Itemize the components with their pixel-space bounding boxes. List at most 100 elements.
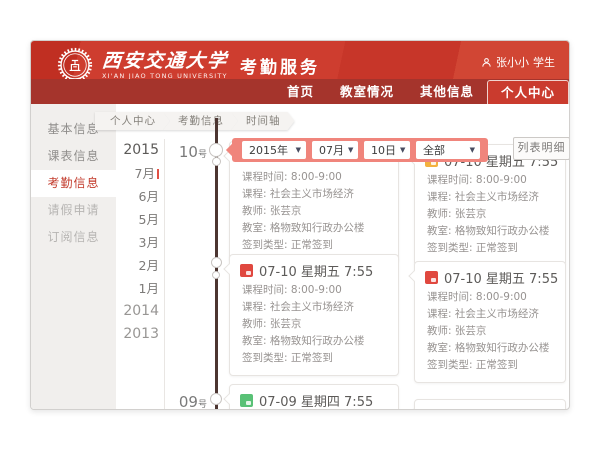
card-field-line: 课程时间: 8:00-9:00 <box>242 169 390 186</box>
card-field-label: 签到类型: <box>242 239 291 251</box>
user-role: 学生 <box>533 54 555 70</box>
person-icon <box>481 57 492 68</box>
day-marker-10: 10号 <box>171 142 207 161</box>
timeline-scale-item[interactable]: 2015 <box>51 139 159 162</box>
university-name-block: 西安交通大学 XI'AN JIAO TONG UNIVERSITY <box>102 51 228 80</box>
timeline-scale-item[interactable]: 2013 <box>51 323 159 346</box>
card-field-value: 社会主义市场经济 <box>270 188 354 200</box>
timeline-scale-item[interactable]: 3月 <box>51 231 159 254</box>
card-field-value: 格物致知行政办公楼 <box>455 342 550 354</box>
card-field-label: 课程: <box>427 308 455 320</box>
card-field-value: 8:00-9:00 <box>476 291 527 303</box>
card-field-value: 格物致知行政办公楼 <box>270 222 365 234</box>
card-field-label: 教室: <box>242 222 270 234</box>
card-field-label: 签到类型: <box>427 359 476 371</box>
day-filter-dropdown[interactable]: 10日 ▼ <box>364 141 410 159</box>
main-nav: 首页教室情况其他信息个人中心 <box>31 79 569 104</box>
card-field-line: 教室: 格物致知行政办公楼 <box>427 340 557 357</box>
card-field-label: 教师: <box>242 205 270 217</box>
university-emblem-icon <box>57 47 93 83</box>
calendar-red-icon <box>425 271 438 284</box>
card-field-label: 课程时间: <box>427 291 476 303</box>
card-date-title: 07-10 星期五 7:55 <box>259 261 373 280</box>
timeline-scale-item[interactable]: 2014 <box>51 300 159 323</box>
user-name: 张小小 <box>496 54 529 70</box>
card-field-value: 正常签到 <box>291 239 333 251</box>
card-field-label: 课程时间: <box>242 171 291 183</box>
list-detail-button[interactable]: 列表明细 <box>513 137 570 160</box>
card-field-value: 社会主义市场经济 <box>455 308 539 320</box>
card-fields: 课程时间: 8:00-9:00课程: 社会主义市场经济教师: 张芸京教室: 格物… <box>230 165 398 262</box>
card-field-line: 签到类型: 正常签到 <box>242 237 390 254</box>
filter-bar: 2015年 ▼ 07月 ▼ 10日 ▼ 全部 ▼ <box>232 138 488 162</box>
card-field-value: 社会主义市场经济 <box>270 301 354 313</box>
attendance-card: 07-10 星期五 7:55 课程时间: 8:00-9:00 课程: 社会主义市场… <box>229 254 399 376</box>
card-field-value: 社会主义市场经济 <box>455 191 539 203</box>
card-field-value: 8:00-9:00 <box>291 284 342 296</box>
card-field-label: 课程: <box>427 191 455 203</box>
card-field-label: 教室: <box>242 335 270 347</box>
timeline-dot <box>211 257 222 268</box>
card-field-label: 课程时间: <box>427 174 476 186</box>
timeline-scale-item[interactable]: 1月 <box>51 277 159 300</box>
nav-tab-other-info[interactable]: 其他信息 <box>407 79 487 104</box>
university-name-cn: 西安交通大学 <box>101 51 229 72</box>
timeline-dot <box>212 271 220 279</box>
type-filter-value: 全部 <box>423 142 445 158</box>
year-filter-value: 2015年 <box>249 142 288 158</box>
timeline-scale-item[interactable]: 5月 <box>51 208 159 231</box>
day-number: 09 <box>179 393 198 410</box>
nav-tab-classrooms[interactable]: 教室情况 <box>327 79 407 104</box>
card-field-line: 课程时间: 8:00-9:00 <box>242 282 390 299</box>
card-field-label: 课程时间: <box>242 284 291 296</box>
card-field-value: 格物致知行政办公楼 <box>270 335 365 347</box>
card-field-label: 课程: <box>242 188 270 200</box>
day-marker-09: 09号 <box>171 392 207 410</box>
timeline-scale-item[interactable]: 7月 <box>51 162 159 185</box>
timeline-dot <box>212 157 221 166</box>
breadcrumb-timeline[interactable]: 时间轴 <box>231 112 295 130</box>
card-field-value: 正常签到 <box>291 352 333 364</box>
chevron-down-icon: ▼ <box>470 146 475 154</box>
card-field-label: 教师: <box>242 318 270 330</box>
attendance-card <box>414 399 566 410</box>
card-field-label: 教室: <box>427 225 455 237</box>
scale-separator-line <box>164 139 165 409</box>
month-filter-dropdown[interactable]: 07月 ▼ <box>312 141 358 159</box>
card-field-label: 课程: <box>242 301 270 313</box>
card-field-label: 教师: <box>427 208 455 220</box>
type-filter-dropdown[interactable]: 全部 ▼ <box>416 141 480 159</box>
nav-tab-personal-center[interactable]: 个人中心 <box>487 80 569 104</box>
day-number: 10 <box>179 143 198 161</box>
card-field-line: 课程: 社会主义市场经济 <box>427 306 557 323</box>
card-date-title: 07-09 星期四 7:55 <box>259 391 373 410</box>
timeline-dot <box>209 143 223 157</box>
breadcrumb-personal-center[interactable]: 个人中心 <box>95 112 170 130</box>
year-filter-dropdown[interactable]: 2015年 ▼ <box>242 141 306 159</box>
timeline-scale-item[interactable]: 6月 <box>51 185 159 208</box>
card-header: 07-09 星期四 7:55 <box>230 385 398 408</box>
day-unit: 号 <box>198 150 207 160</box>
card-field-line: 教师: 张芸京 <box>242 203 390 220</box>
card-field-value: 张芸京 <box>270 318 302 330</box>
app-header: 西安交通大学 XI'AN JIAO TONG UNIVERSITY 考勤服务 张… <box>31 41 569 104</box>
card-field-label: 教室: <box>427 342 455 354</box>
nav-tab-home[interactable]: 首页 <box>274 79 327 104</box>
chevron-down-icon: ▼ <box>296 146 301 154</box>
breadcrumb-attendance-info[interactable]: 考勤信息 <box>163 112 238 130</box>
attendance-card: 07-10 星期五 7:55 课程时间: 8:00-9:00课程: 社会主义市场… <box>414 144 566 266</box>
calendar-green-icon <box>240 394 253 407</box>
card-field-line: 课程: 社会主义市场经济 <box>242 186 390 203</box>
card-field-value: 张芸京 <box>455 325 487 337</box>
card-field-label: 签到类型: <box>242 352 291 364</box>
card-field-value: 正常签到 <box>476 242 518 254</box>
card-field-value: 格物致知行政办公楼 <box>455 225 550 237</box>
card-field-label: 教师: <box>427 325 455 337</box>
card-field-line: 教师: 张芸京 <box>427 206 557 223</box>
timeline-scale-item[interactable]: 2月 <box>51 254 159 277</box>
user-info[interactable]: 张小小 学生 <box>481 54 555 70</box>
card-date-title: 07-10 星期五 7:55 <box>444 268 558 287</box>
breadcrumb: 个人中心考勤信息时间轴 <box>95 112 295 130</box>
card-field-line: 教室: 格物致知行政办公楼 <box>427 223 557 240</box>
card-field-line: 教室: 格物致知行政办公楼 <box>242 220 390 237</box>
